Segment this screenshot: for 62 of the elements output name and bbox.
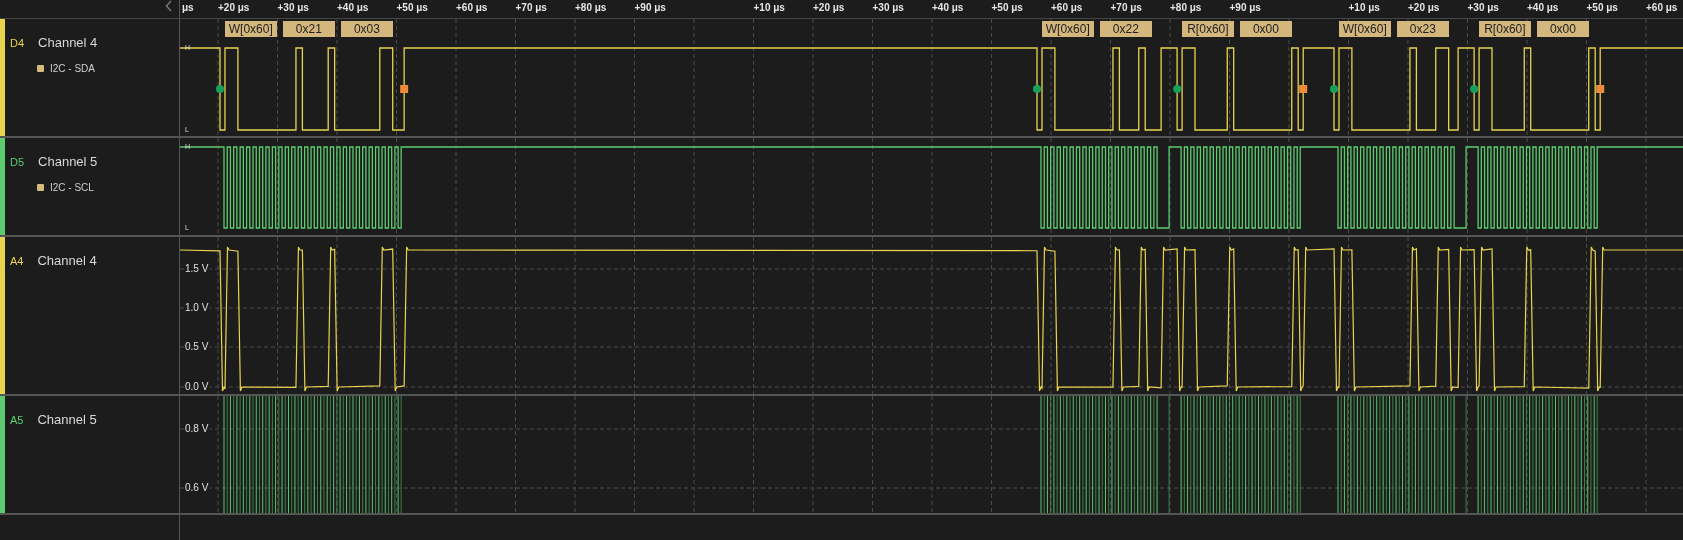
decoded-byte-label[interactable]: 0x00	[1240, 21, 1292, 37]
time-tick-label: +20 μs	[1408, 3, 1440, 13]
axis-label: 1.0 V	[185, 303, 211, 313]
time-tick-label: +80 μs	[1170, 3, 1202, 13]
analyzer-name[interactable]: I2C - SCL	[50, 179, 94, 195]
stop-marker	[1299, 85, 1308, 93]
time-tick-label: +50 μs	[991, 3, 1023, 13]
time-tick-label: +60 μs	[1646, 3, 1678, 13]
time-tick-label: +10 μs	[1348, 3, 1380, 13]
decoded-byte-label[interactable]: 0x23	[1397, 21, 1449, 37]
time-tick-label: +50 μs	[396, 3, 428, 13]
decoded-byte-label[interactable]: R[0x60]	[1182, 21, 1234, 37]
analyzer-icon	[37, 183, 44, 191]
decoded-byte-label[interactable]: 0x22	[1100, 21, 1152, 37]
start-marker	[1033, 85, 1041, 93]
axis-label: 1.5 V	[185, 264, 211, 274]
channel-name[interactable]: Channel 5	[37, 410, 97, 430]
collapse-chevron-icon[interactable]	[165, 0, 173, 12]
time-tick-label: +40 μs	[1527, 3, 1559, 13]
time-tick-label: +20 μs	[218, 3, 250, 13]
start-marker	[1330, 85, 1338, 93]
time-tick-label: +50 μs	[1586, 3, 1618, 13]
time-tick-label: +70 μs	[1110, 3, 1142, 13]
axis-label: 0.0 V	[185, 382, 211, 392]
time-tick-label: +70 μs	[515, 3, 547, 13]
stop-marker	[400, 85, 409, 93]
decoded-byte-label[interactable]: 0x21	[283, 21, 335, 37]
time-tick-label: +30 μs	[277, 3, 309, 13]
time-tick-label: +80 μs	[575, 3, 607, 13]
decoded-byte-label[interactable]: W[0x60]	[1042, 21, 1094, 37]
time-tick-label: +40 μs	[932, 3, 964, 13]
time-tick-label: +30 μs	[1467, 3, 1499, 13]
decoded-byte-label[interactable]: W[0x60]	[1339, 21, 1391, 37]
channel-tag: D4	[10, 34, 25, 51]
start-marker	[1470, 85, 1479, 93]
time-tick-label: +30 μs	[872, 3, 904, 13]
channel-tag: A4	[10, 252, 24, 269]
time-tick-label: +10 μs	[753, 3, 785, 13]
start-marker	[1173, 85, 1182, 93]
time-tick-label: μs	[182, 3, 194, 13]
time-tick-label: +90 μs	[634, 3, 666, 13]
channel-tag: D5	[10, 153, 25, 170]
axis-label: 0.6 V	[185, 483, 211, 493]
time-tick-label: +20 μs	[813, 3, 845, 13]
time-tick-label: +90 μs	[1229, 3, 1261, 13]
analyzer-name[interactable]: I2C - SDA	[50, 60, 95, 76]
analyzer-icon	[37, 64, 44, 72]
decoded-byte-label[interactable]: 0x03	[341, 21, 393, 37]
channel-name[interactable]: Channel 4	[37, 251, 97, 271]
start-marker	[216, 85, 224, 93]
decoded-byte-label[interactable]: R[0x60]	[1479, 21, 1531, 37]
time-tick-label: +60 μs	[1051, 3, 1083, 13]
time-tick-label: +60 μs	[456, 3, 488, 13]
decoded-byte-label[interactable]: 0x00	[1537, 21, 1589, 37]
channel-tag: A5	[10, 411, 24, 428]
decoded-byte-label[interactable]: W[0x60]	[225, 21, 277, 37]
axis-label: 0.5 V	[185, 342, 211, 352]
stop-marker	[1596, 85, 1605, 93]
axis-label: 0.8 V	[185, 424, 211, 434]
channel-name[interactable]: Channel 5	[38, 152, 98, 172]
channel-name[interactable]: Channel 4	[38, 33, 98, 53]
time-tick-label: +40 μs	[337, 3, 369, 13]
